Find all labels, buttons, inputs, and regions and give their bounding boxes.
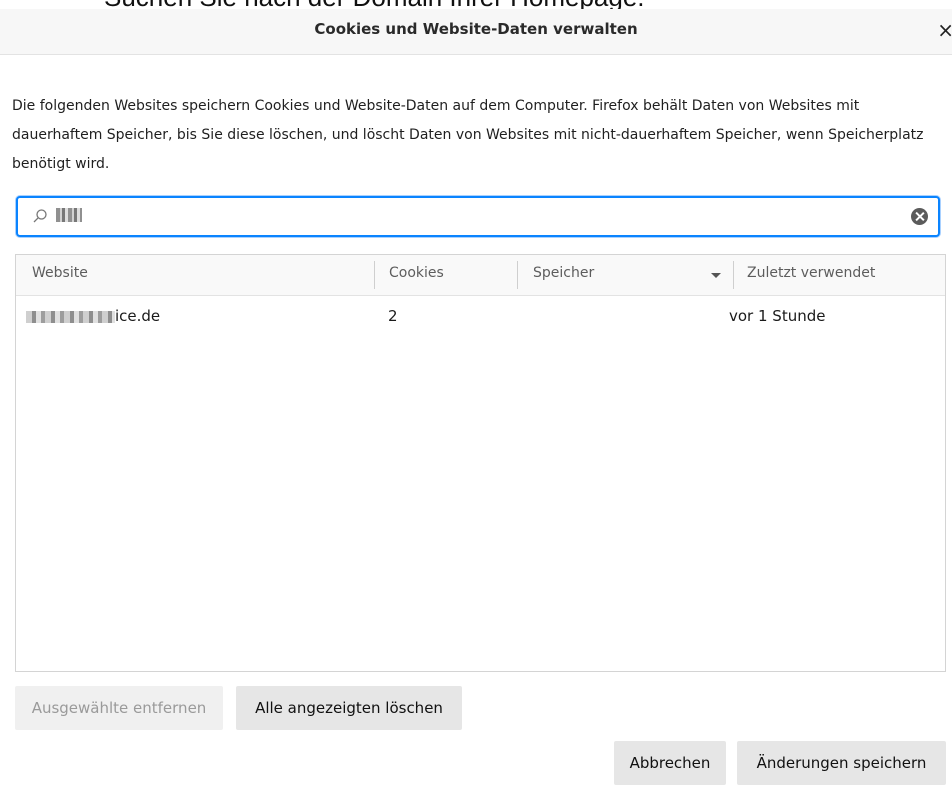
table-row[interactable]: ice.de 2 vor 1 Stunde	[16, 300, 945, 333]
column-divider[interactable]	[517, 261, 518, 289]
column-divider[interactable]	[733, 261, 734, 289]
table-header: Website Cookies Speicher Zuletzt verwend…	[16, 255, 945, 296]
remove-all-shown-button[interactable]: Alle angezeigten löschen	[236, 686, 462, 730]
column-header-website[interactable]: Website	[32, 265, 88, 281]
column-divider[interactable]	[374, 261, 375, 289]
clear-search-icon[interactable]	[911, 208, 928, 225]
website-suffix: ice.de	[115, 307, 161, 325]
column-header-cookies[interactable]: Cookies	[389, 265, 444, 281]
redacted-search-text	[56, 208, 82, 222]
remove-selected-button[interactable]: Ausgewählte entfernen	[15, 686, 223, 730]
column-header-last-used[interactable]: Zuletzt verwendet	[747, 265, 875, 281]
sort-descending-icon	[711, 273, 721, 278]
site-data-table: Website Cookies Speicher Zuletzt verwend…	[15, 254, 946, 672]
cancel-button[interactable]: Abbrechen	[614, 741, 726, 785]
dialog-description: Die folgenden Websites speichern Cookies…	[12, 98, 924, 172]
row-last-used: vor 1 Stunde	[729, 307, 826, 325]
search-value	[56, 207, 82, 223]
column-header-storage[interactable]: Speicher	[533, 265, 594, 281]
dialog-title: Cookies und Website-Daten verwalten	[314, 20, 638, 38]
save-changes-button[interactable]: Änderungen speichern	[737, 741, 946, 785]
redacted-domain	[26, 310, 115, 323]
dialog-titlebar: Cookies und Website-Daten verwalten ×	[0, 9, 952, 55]
row-cookies: 2	[388, 307, 398, 325]
row-website: ice.de	[26, 307, 160, 325]
close-icon[interactable]: ×	[937, 18, 952, 42]
search-input[interactable]	[16, 196, 940, 237]
search-icon	[33, 209, 47, 223]
